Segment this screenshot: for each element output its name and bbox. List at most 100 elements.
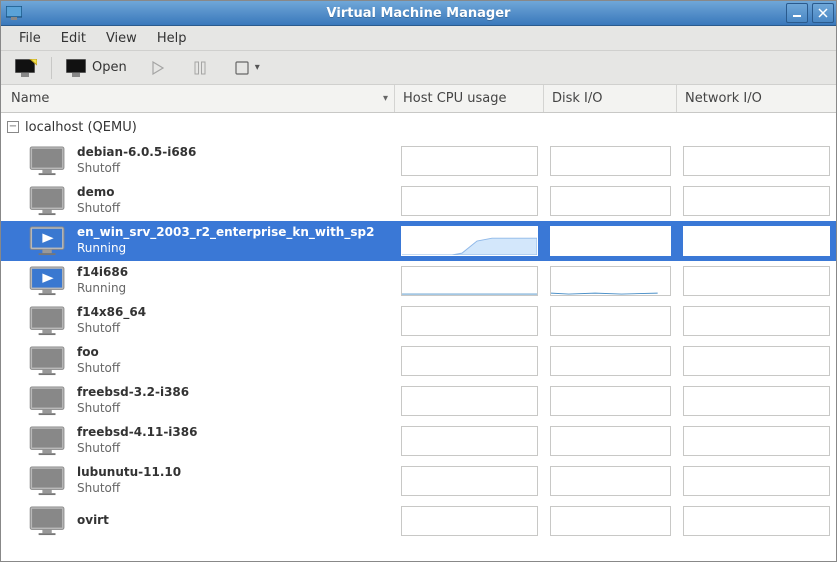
vm-text: ovirt — [77, 513, 109, 529]
menu-edit[interactable]: Edit — [51, 28, 96, 49]
graph-box — [683, 226, 830, 256]
vm-row[interactable]: lubunutu-11.10Shutoff — [1, 461, 836, 501]
vm-status-label: Running — [77, 281, 128, 297]
menu-view[interactable]: View — [96, 28, 147, 49]
vm-name-cell: ovirt — [1, 501, 395, 541]
vm-cpu-graph — [395, 301, 544, 341]
open-button[interactable]: Open — [60, 55, 133, 81]
toolbar: Open ▾ — [1, 51, 836, 85]
vm-row[interactable]: debian-6.0.5-i686Shutoff — [1, 141, 836, 181]
graph-box — [550, 146, 671, 176]
vm-status-label: Shutoff — [77, 321, 146, 337]
vm-name-label: foo — [77, 345, 120, 361]
vm-text: f14i686Running — [77, 265, 128, 296]
monitor-off-icon — [29, 346, 67, 376]
graph-box — [401, 146, 538, 176]
graph-box — [550, 386, 671, 416]
monitor-off-icon — [29, 186, 67, 216]
vm-status-label: Shutoff — [77, 201, 120, 217]
column-net-label: Network I/O — [685, 91, 762, 106]
vm-cpu-graph — [395, 261, 544, 301]
expand-toggle[interactable]: − — [7, 121, 19, 133]
monitor-new-icon — [15, 59, 37, 77]
vm-name-label: freebsd-4.11-i386 — [77, 425, 197, 441]
graph-box — [683, 266, 830, 296]
vm-disk-graph — [544, 421, 677, 461]
vm-row[interactable]: f14i686Running — [1, 261, 836, 301]
new-vm-button[interactable] — [9, 55, 43, 81]
graph-box — [401, 386, 538, 416]
vm-name-cell: f14i686Running — [1, 261, 395, 301]
vm-text: demoShutoff — [77, 185, 120, 216]
graph-box — [401, 186, 538, 216]
window-titlebar: Virtual Machine Manager — [1, 1, 836, 26]
menu-help[interactable]: Help — [147, 28, 197, 49]
vm-row[interactable]: freebsd-4.11-i386Shutoff — [1, 421, 836, 461]
graph-box — [550, 186, 671, 216]
column-cpu[interactable]: Host CPU usage — [395, 85, 544, 112]
vm-net-graph — [677, 461, 836, 501]
pause-icon — [189, 59, 211, 77]
vm-name-label: lubunutu-11.10 — [77, 465, 181, 481]
close-button[interactable] — [812, 3, 834, 23]
vm-disk-graph — [544, 261, 677, 301]
vm-status-label: Shutoff — [77, 481, 181, 497]
vm-disk-graph — [544, 141, 677, 181]
monitor-off-icon — [29, 426, 67, 456]
column-name[interactable]: Name ▾ — [1, 85, 395, 112]
vm-status-label: Running — [77, 241, 374, 257]
column-disk-label: Disk I/O — [552, 91, 603, 106]
vm-net-graph — [677, 341, 836, 381]
minimize-button[interactable] — [786, 3, 808, 23]
menu-file[interactable]: File — [9, 28, 51, 49]
vm-net-graph — [677, 501, 836, 541]
graph-box — [683, 386, 830, 416]
vm-row[interactable]: en_win_srv_2003_r2_enterprise_kn_with_sp… — [1, 221, 836, 261]
vm-row[interactable]: f14x86_64Shutoff — [1, 301, 836, 341]
pause-button[interactable] — [183, 55, 217, 81]
host-row[interactable]: − localhost (QEMU) — [1, 113, 836, 141]
vm-row[interactable]: freebsd-3.2-i386Shutoff — [1, 381, 836, 421]
vm-status-label: Shutoff — [77, 401, 189, 417]
vm-name-label: freebsd-3.2-i386 — [77, 385, 189, 401]
vm-row[interactable]: demoShutoff — [1, 181, 836, 221]
vm-list[interactable]: − localhost (QEMU) debian-6.0.5-i686Shut… — [1, 113, 836, 561]
graph-box — [683, 506, 830, 536]
vm-cpu-graph — [395, 221, 544, 261]
column-disk[interactable]: Disk I/O — [544, 85, 677, 112]
graph-box — [550, 426, 671, 456]
vm-name-label: en_win_srv_2003_r2_enterprise_kn_with_sp… — [77, 225, 374, 241]
toolbar-separator — [51, 57, 52, 79]
column-net[interactable]: Network I/O — [677, 85, 822, 112]
vm-text: fooShutoff — [77, 345, 120, 376]
graph-box — [550, 226, 671, 256]
vm-row[interactable]: ovirt — [1, 501, 836, 541]
monitor-off-icon — [29, 306, 67, 336]
vm-net-graph — [677, 301, 836, 341]
run-button[interactable] — [141, 55, 175, 81]
graph-box — [683, 306, 830, 336]
vm-disk-graph — [544, 341, 677, 381]
vm-name-cell: lubunutu-11.10Shutoff — [1, 461, 395, 501]
monitor-off-icon — [29, 386, 67, 416]
graph-box — [550, 346, 671, 376]
vm-net-graph — [677, 181, 836, 221]
graph-box — [683, 146, 830, 176]
graph-box — [683, 426, 830, 456]
vm-cpu-graph — [395, 421, 544, 461]
vm-name-cell: freebsd-3.2-i386Shutoff — [1, 381, 395, 421]
shutdown-dropdown-button[interactable]: ▾ — [225, 55, 266, 81]
vm-disk-graph — [544, 181, 677, 221]
graph-box — [401, 226, 538, 256]
graph-box — [401, 426, 538, 456]
vm-name-label: ovirt — [77, 513, 109, 529]
stop-icon — [231, 59, 253, 77]
graph-box — [683, 346, 830, 376]
column-cpu-label: Host CPU usage — [403, 91, 507, 106]
monitor-off-icon — [29, 506, 67, 536]
vm-row[interactable]: fooShutoff — [1, 341, 836, 381]
monitor-running-icon — [29, 226, 67, 256]
vm-name-cell: demoShutoff — [1, 181, 395, 221]
chevron-down-icon: ▾ — [255, 62, 260, 73]
app-icon — [5, 4, 23, 22]
